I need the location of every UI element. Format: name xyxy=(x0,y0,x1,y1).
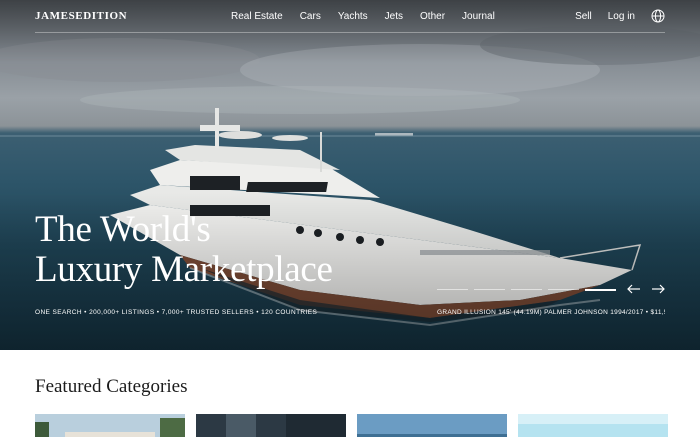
nav-link-jets[interactable]: Jets xyxy=(385,11,403,22)
featured-categories-heading: Featured Categories xyxy=(35,376,188,397)
slide-indicators xyxy=(437,288,616,291)
hero-subtitle: ONE SEARCH • 200,000+ LISTINGS • 7,000+ … xyxy=(35,309,318,316)
slide-indicator-2[interactable] xyxy=(474,289,505,290)
featured-categories-cards xyxy=(35,414,668,437)
globe-icon[interactable] xyxy=(651,9,665,23)
hero-title: The World's Luxury Marketplace xyxy=(35,210,333,290)
slide-indicator-4[interactable] xyxy=(548,289,579,290)
nav-actions: Sell Log in xyxy=(575,9,665,23)
nav-link-yachts[interactable]: Yachts xyxy=(338,11,368,22)
real-estate-card[interactable] xyxy=(35,414,185,437)
top-navigation: JAMESEDITION Real Estate Cars Yachts Jet… xyxy=(35,0,665,33)
cars-card[interactable] xyxy=(196,414,346,437)
arrow-left-icon[interactable] xyxy=(626,281,642,297)
hero-title-line-2: Luxury Marketplace xyxy=(35,249,333,290)
nav-link-cars[interactable]: Cars xyxy=(300,11,321,22)
yachts-card[interactable] xyxy=(357,414,507,437)
nav-link-journal[interactable]: Journal xyxy=(462,11,495,22)
slide-indicator-5[interactable] xyxy=(585,288,616,291)
hero-overlay xyxy=(0,0,700,350)
slide-indicator-3[interactable] xyxy=(511,289,542,290)
jamesedition-logo[interactable]: JAMESEDITION xyxy=(35,10,127,22)
slide-caption[interactable]: GRAND ILLUSION 145' (44.19M) PALMER JOHN… xyxy=(437,309,665,316)
hero-banner: JAMESEDITION Real Estate Cars Yachts Jet… xyxy=(0,0,700,350)
hero-title-line-1: The World's xyxy=(35,209,211,250)
login-link[interactable]: Log in xyxy=(608,11,635,22)
nav-link-other[interactable]: Other xyxy=(420,11,445,22)
main-nav-links: Real Estate Cars Yachts Jets Other Journ… xyxy=(231,11,512,22)
slide-indicator-1[interactable] xyxy=(437,289,468,290)
arrow-right-icon[interactable] xyxy=(650,281,666,297)
sell-link[interactable]: Sell xyxy=(575,11,592,22)
nav-link-real-estate[interactable]: Real Estate xyxy=(231,11,283,22)
jets-card[interactable] xyxy=(518,414,668,437)
